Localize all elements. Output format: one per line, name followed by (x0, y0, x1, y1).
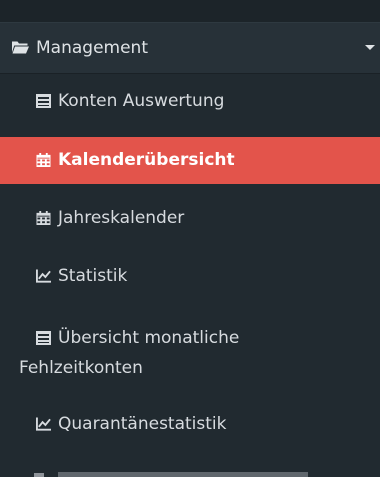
sidebar-item-label: Quarantänestatistik (58, 414, 227, 434)
sidebar-nav: Management Konten Auswertung Kalenderübe… (0, 0, 380, 477)
sidebar-item-kalenderuebersicht[interactable]: Kalenderübersicht (0, 137, 380, 184)
sidebar-item-partial (0, 462, 380, 477)
calendar-icon (36, 153, 51, 167)
list-icon (36, 94, 51, 108)
sidebar-section-label: Management (36, 38, 148, 58)
folder-open-icon (12, 41, 29, 54)
sidebar-item-label: Statistik (58, 266, 128, 286)
sidebar-section-management[interactable]: Management (0, 22, 380, 74)
sidebar-item-uebersicht-fehlzeitkonten[interactable]: Übersicht monatliche Fehlzeitkonten (0, 318, 380, 392)
sidebar-item-label-line1: Übersicht monatliche (58, 328, 240, 348)
sidebar-item-quarantaenestatistik[interactable]: Quarantänestatistik (0, 402, 380, 446)
sidebar-top-strip (0, 0, 380, 22)
sidebar-item-label: Jahreskalender (58, 208, 185, 228)
sidebar-item-jahreskalender[interactable]: Jahreskalender (0, 196, 380, 240)
sidebar-item-label-line2: Fehlzeitkonten (19, 358, 143, 378)
sidebar-item-statistik[interactable]: Statistik (0, 255, 380, 299)
sidebar-item-konten-auswertung[interactable]: Konten Auswertung (0, 74, 380, 126)
list-icon (36, 331, 51, 345)
cut-off-item-icon (34, 472, 308, 477)
line-chart-icon (36, 269, 51, 283)
calendar-icon (36, 211, 51, 225)
line-chart-icon (36, 417, 51, 431)
sidebar-item-label: Kalenderübersicht (58, 150, 235, 170)
sidebar-item-label: Konten Auswertung (58, 91, 225, 111)
chevron-down-icon[interactable] (365, 45, 375, 50)
